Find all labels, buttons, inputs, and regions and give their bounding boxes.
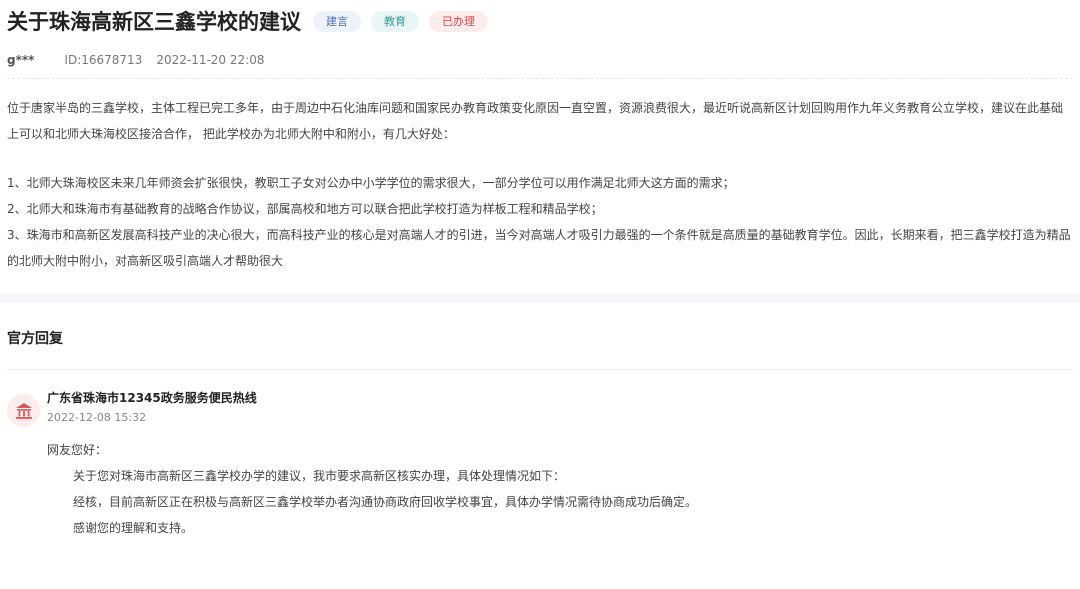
reply-org-name: 广东省珠海市12345政务服务便民热线 xyxy=(47,391,257,405)
reply-line: 经核，目前高新区正在积极与高新区三鑫学校举办者沟通协商政府回收学校事宜，具体办学… xyxy=(73,495,698,509)
title-row: 关于珠海高新区三鑫学校的建议 建言 教育 已办理 xyxy=(7,0,1073,42)
tag-topic: 教育 xyxy=(371,10,419,32)
reply-section-title: 官方回复 xyxy=(7,309,1073,370)
suggestion-header: 关于珠海高新区三鑫学校的建议 建言 教育 已办理 g*** ID:1667871… xyxy=(0,0,1080,274)
reply-line: 感谢您的理解和支持。 xyxy=(73,521,194,535)
status-badge: 已办理 xyxy=(429,10,488,32)
content-point: 3、珠海市和高新区发展高科技产业的决心很大，而高科技产业的核心是对高端人才的引进… xyxy=(7,228,1071,268)
official-reply-section: 官方回复 广东省珠海市12345政务服务便民热线 2022-12-08 15:3… xyxy=(0,309,1080,541)
reply-org: 广东省珠海市12345政务服务便民热线 2022-12-08 15:32 xyxy=(7,388,1073,427)
government-building-icon xyxy=(7,394,40,427)
content-point: 2、北师大和珠海市有基础教育的战略合作协议，部属高校和地方可以联合把此学校打造为… xyxy=(7,202,603,216)
author-name: g*** xyxy=(7,53,35,67)
suggestion-content: 位于唐家半岛的三鑫学校，主体工程已完工多年，由于周边中石化油库问题和国家民办教育… xyxy=(7,79,1073,274)
tag-category: 建言 xyxy=(313,10,361,32)
meta-row: g*** ID:16678713 2022-11-20 22:08 xyxy=(7,42,1073,79)
reply-line: 关于您对珠海市高新区三鑫学校办学的建议，我市要求高新区核实办理，具体处理情况如下… xyxy=(73,469,566,483)
post-id: ID:16678713 xyxy=(64,53,143,67)
content-point: 1、北师大珠海校区未来几年师资会扩张很快，教职工子女对公办中小学学位的需求很大，… xyxy=(7,176,735,190)
section-divider xyxy=(0,293,1080,303)
page-title: 关于珠海高新区三鑫学校的建议 xyxy=(7,10,301,34)
reply-greeting: 网友您好： xyxy=(47,443,108,457)
post-datetime: 2022-11-20 22:08 xyxy=(156,53,265,67)
reply-body: 网友您好： 关于您对珠海市高新区三鑫学校办学的建议，我市要求高新区核实办理，具体… xyxy=(7,437,1073,541)
content-intro: 位于唐家半岛的三鑫学校，主体工程已完工多年，由于周边中石化油库问题和国家民办教育… xyxy=(7,101,1064,141)
reply-date: 2022-12-08 15:32 xyxy=(47,411,147,424)
